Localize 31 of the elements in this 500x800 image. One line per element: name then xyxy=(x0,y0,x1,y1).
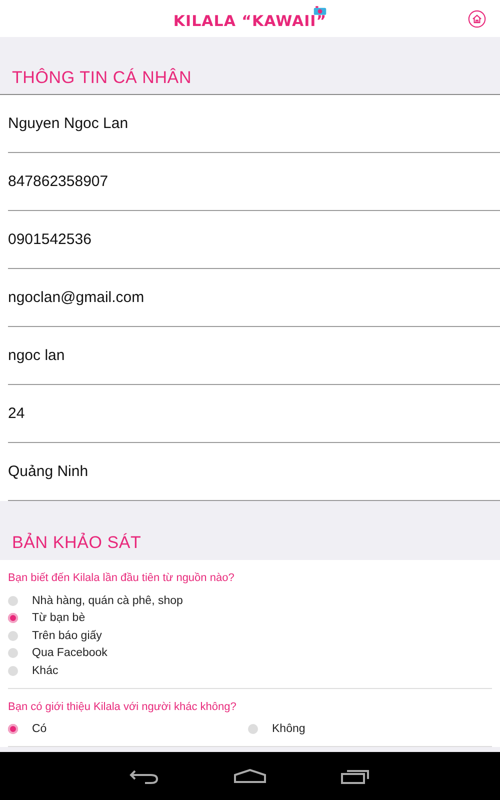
radio-button[interactable] xyxy=(248,724,258,734)
option-label: Khác xyxy=(32,664,58,677)
radio-button[interactable] xyxy=(8,666,18,676)
input-field[interactable]: ngoc lan xyxy=(8,347,488,364)
home-icon[interactable] xyxy=(234,769,266,783)
input-field[interactable]: Nguyen Ngoc Lan xyxy=(8,115,488,132)
app-logo: KILALA “KAWAII” xyxy=(173,12,327,30)
home-button[interactable] xyxy=(468,10,486,28)
camera-icon xyxy=(312,4,327,16)
question-text: Bạn có giới thiệu Kilala với người khác không? xyxy=(8,700,238,712)
option-label: Không xyxy=(272,723,306,736)
radio-button[interactable] xyxy=(8,613,18,624)
section-title: BẢN KHẢO SÁT xyxy=(11,532,142,554)
input-field[interactable]: 24 xyxy=(8,405,488,422)
radio-button[interactable] xyxy=(8,596,18,606)
radio-button[interactable] xyxy=(8,724,18,734)
option-label: Trên báo giấy xyxy=(32,630,102,642)
radio-button[interactable] xyxy=(8,630,18,641)
input-field[interactable]: ngoclan@gmail.com xyxy=(8,289,488,306)
option-label: Qua Facebook xyxy=(32,647,108,660)
option-label: Từ bạn bè xyxy=(32,612,86,624)
recent-apps-icon[interactable] xyxy=(341,768,371,784)
input-field[interactable]: Quảng Ninh xyxy=(8,463,488,480)
back-icon[interactable] xyxy=(129,768,159,784)
input-field[interactable]: 847862358907 xyxy=(8,173,488,190)
option-label: Nhà hàng, quán cà phê, shop xyxy=(32,594,183,607)
radio-button[interactable] xyxy=(8,648,18,658)
section-title: THÔNG TIN CÁ NHÂN xyxy=(11,67,193,89)
question-text: Bạn biết đến Kilala lần đầu tiên từ nguồn nào? xyxy=(8,572,236,584)
input-field[interactable]: 0901542536 xyxy=(8,231,488,248)
option-label: Có xyxy=(32,723,47,736)
